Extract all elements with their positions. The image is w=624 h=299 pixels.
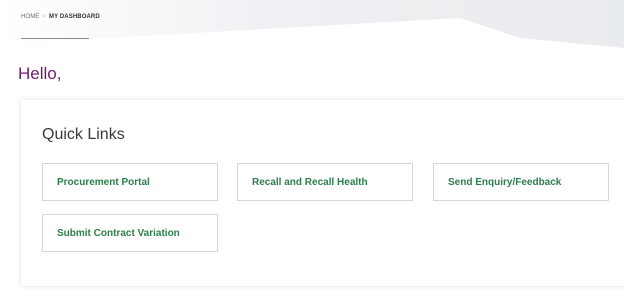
procurement-portal-link[interactable]: Procurement Portal <box>42 163 218 201</box>
greeting-heading: Hello, <box>18 64 62 83</box>
breadcrumb-current: MY DASHBOARD <box>49 14 100 20</box>
send-enquiry-feedback-link[interactable]: Send Enquiry/Feedback <box>433 163 609 201</box>
breadcrumb: HOME > MY DASHBOARD <box>21 14 100 20</box>
header-band <box>0 0 624 48</box>
link-label: Submit Contract Variation <box>57 228 180 239</box>
quick-links-card: Quick Links Procurement Portal Recall an… <box>21 100 624 286</box>
breadcrumb-home-link[interactable]: HOME <box>21 14 39 20</box>
dashboard-page: HOME > MY DASHBOARD Hello, Quick Links Pro… <box>0 0 624 299</box>
link-label: Recall and Recall Health <box>252 177 368 188</box>
breadcrumb-separator: > <box>42 14 47 20</box>
recall-health-link[interactable]: Recall and Recall Health <box>237 163 413 201</box>
link-label: Send Enquiry/Feedback <box>448 177 562 188</box>
submit-contract-variation-link[interactable]: Submit Contract Variation <box>42 214 218 252</box>
quick-links-title: Quick Links <box>42 126 125 143</box>
link-label: Procurement Portal <box>57 177 150 188</box>
breadcrumb-underline <box>21 38 89 39</box>
